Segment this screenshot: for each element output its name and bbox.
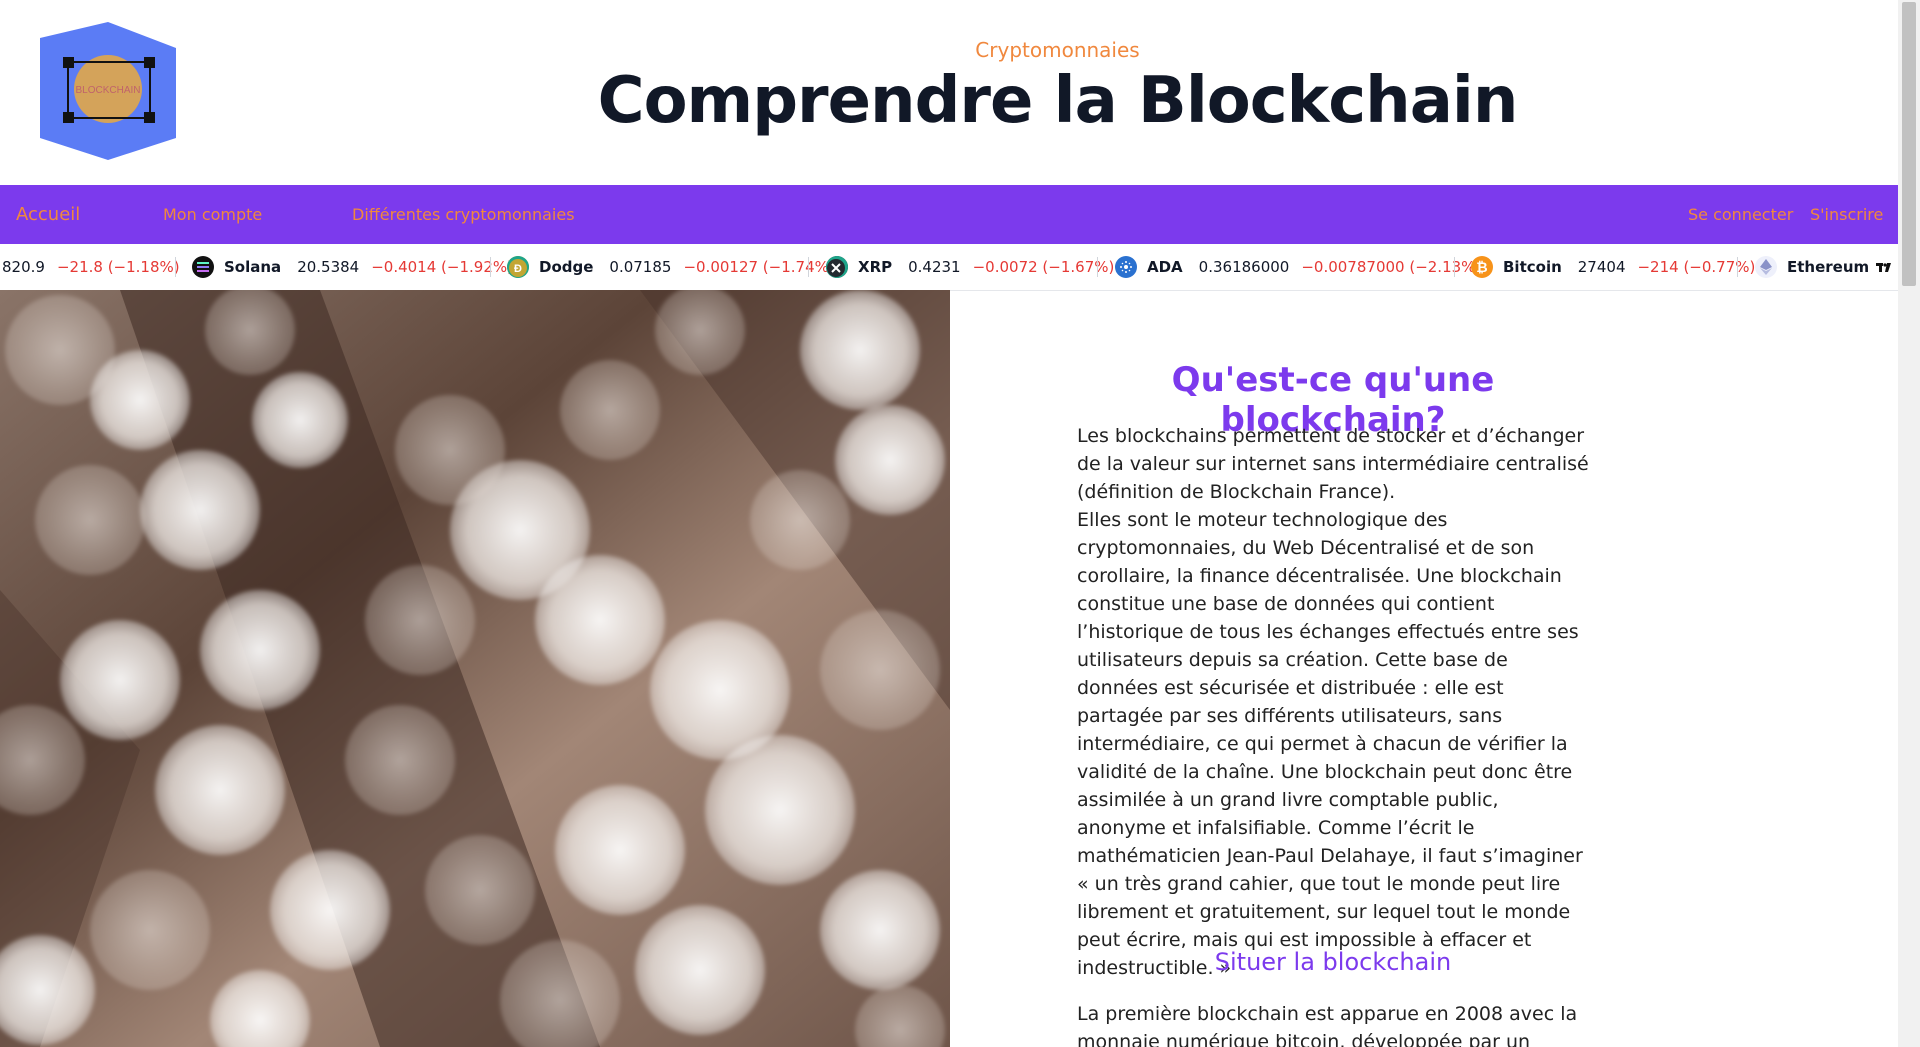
ticker-price: 27404 bbox=[1577, 258, 1626, 276]
ticker-divider bbox=[175, 257, 176, 277]
ticker-item[interactable]: ₿ Bitcoin 27404 −214 (−0.77%) bbox=[1471, 244, 1755, 290]
main-nav: Accueil Mon compte Différentes cryptomon… bbox=[0, 185, 1898, 244]
ticker-item[interactable]: Solana 20.5384 −0.4014 (−1.92%) bbox=[192, 244, 513, 290]
ticker-change: −0.0072 (−1.67%) bbox=[972, 258, 1115, 276]
ticker-item[interactable]: Ð Dodge 0.07185 −0.00127 (−1.74%) bbox=[507, 244, 835, 290]
ticker-change: −0.4014 (−1.92%) bbox=[371, 258, 513, 276]
crypto-ticker-tape[interactable]: 820.9 −21.8 (−1.18%) Solana 20.5384 −0.4… bbox=[0, 244, 1898, 291]
ticker-price: 20.5384 bbox=[297, 258, 360, 276]
ticker-item[interactable]: 820.9 −21.8 (−1.18%) bbox=[2, 244, 180, 290]
ticker-price: 0.36186000 bbox=[1198, 258, 1290, 276]
nav-link-login[interactable]: Se connecter bbox=[1688, 185, 1793, 244]
page-scrollbar[interactable] bbox=[1898, 0, 1920, 1047]
ticker-change: −0.00127 (−1.74%) bbox=[683, 258, 835, 276]
subsection-heading: Situer la blockchain bbox=[1214, 948, 1452, 976]
ticker-item[interactable]: Ethereum bbox=[1755, 244, 1885, 290]
nav-link-account[interactable]: Mon compte bbox=[163, 185, 262, 244]
site-header: BLOCKCHAIN Cryptomonnaies Comprendre la … bbox=[0, 0, 1898, 185]
bitcoin-icon: ₿ bbox=[1471, 256, 1493, 278]
xrp-icon bbox=[826, 256, 848, 278]
scrollbar-thumb[interactable] bbox=[1902, 2, 1916, 286]
ticker-name: XRP bbox=[858, 258, 893, 276]
ticker-price: 0.07185 bbox=[609, 258, 672, 276]
ticker-price: 820.9 bbox=[2, 258, 45, 276]
tradingview-icon[interactable] bbox=[1874, 256, 1896, 278]
nav-link-signup[interactable]: S'inscrire bbox=[1810, 185, 1883, 244]
dogecoin-icon: Ð bbox=[507, 256, 529, 278]
page: BLOCKCHAIN Cryptomonnaies Comprendre la … bbox=[0, 0, 1898, 1047]
intro-paragraph: Les blockchains permettent de stocker et… bbox=[1077, 425, 1589, 979]
ticker-item[interactable]: ADA 0.36186000 −0.00787000 (−2.13%) bbox=[1115, 244, 1481, 290]
ticker-name: Dodge bbox=[539, 258, 594, 276]
ticker-divider bbox=[490, 257, 491, 277]
bokeh-hero-image bbox=[0, 290, 950, 1047]
ticker-name: Solana bbox=[224, 258, 282, 276]
ethereum-icon bbox=[1755, 256, 1777, 278]
ticker-item[interactable]: XRP 0.4231 −0.0072 (−1.67%) bbox=[826, 244, 1114, 290]
ticker-price: 0.4231 bbox=[908, 258, 961, 276]
ticker-name: ADA bbox=[1147, 258, 1183, 276]
ticker-divider bbox=[808, 257, 809, 277]
ticker-divider bbox=[1737, 257, 1738, 277]
ticker-name: Bitcoin bbox=[1503, 258, 1562, 276]
nav-link-home[interactable]: Accueil bbox=[16, 185, 80, 244]
nav-link-cryptos[interactable]: Différentes cryptomonnaies bbox=[352, 185, 575, 244]
ticker-name: Ethereum bbox=[1787, 258, 1870, 276]
page-title: Comprendre la Blockchain bbox=[597, 64, 1519, 138]
page-subtitle: Cryptomonnaies bbox=[975, 38, 1140, 62]
ticker-change: −21.8 (−1.18%) bbox=[56, 258, 180, 276]
history-paragraph: La première blockchain est apparue en 20… bbox=[1077, 1003, 1578, 1047]
solana-icon bbox=[192, 256, 214, 278]
svg-text:Ð: Ð bbox=[514, 263, 522, 275]
ticker-divider bbox=[1097, 257, 1098, 277]
svg-text:₿: ₿ bbox=[1476, 259, 1487, 275]
cardano-icon bbox=[1115, 256, 1137, 278]
ticker-divider bbox=[1454, 257, 1455, 277]
